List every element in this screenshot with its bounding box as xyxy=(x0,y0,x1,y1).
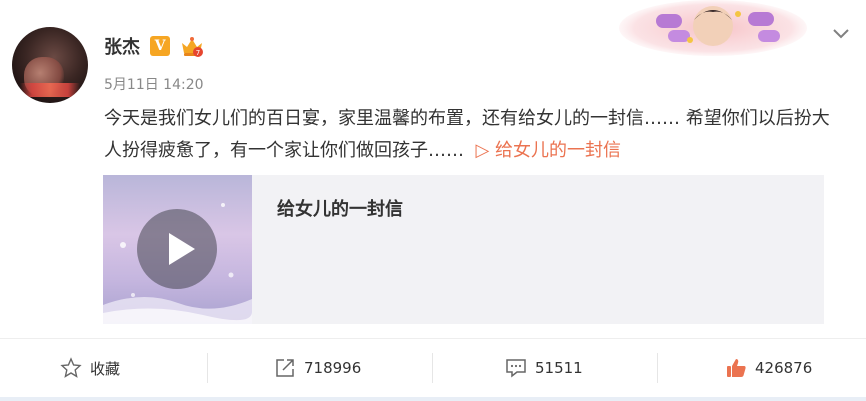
share-count: 718996 xyxy=(304,359,362,377)
post-timestamp[interactable]: 5月11日 14:20 xyxy=(104,74,204,94)
play-button[interactable] xyxy=(137,209,217,289)
card-bottom-border xyxy=(0,397,866,401)
like-count: 426876 xyxy=(755,359,813,377)
action-separator xyxy=(207,353,208,383)
article-card[interactable]: 给女儿的一封信 xyxy=(103,175,824,324)
author-name[interactable]: 张杰 xyxy=(104,33,140,59)
action-bar: 收藏 718996 51511 426876 xyxy=(0,339,866,397)
like-button[interactable]: 426876 xyxy=(725,339,812,397)
fan-banner-decoration xyxy=(618,0,808,56)
comment-icon xyxy=(506,359,526,378)
thumbs-up-icon xyxy=(727,359,746,377)
article-thumbnail[interactable] xyxy=(103,175,252,324)
weibo-post-card: 张杰 V 7 5月11日 14:20 今天是我们女儿们的百日宴，家里温馨的布置，… xyxy=(0,0,866,401)
post-text: 今天是我们女儿们的百日宴，家里温馨的布置，还有给女儿的一封信…… 希望你们以后扮… xyxy=(104,103,844,167)
favorite-button[interactable]: 收藏 xyxy=(60,339,120,397)
article-title[interactable]: 给女儿的一封信 xyxy=(277,195,403,221)
verified-v-icon[interactable]: V xyxy=(150,36,170,56)
avatar-neon-sign xyxy=(20,83,80,97)
article-link[interactable]: ▷ 给女儿的一封信 xyxy=(475,140,621,161)
comment-count: 51511 xyxy=(535,359,583,377)
share-icon xyxy=(276,359,294,377)
share-button[interactable]: 718996 xyxy=(274,339,361,397)
action-separator xyxy=(432,353,433,383)
member-crown-icon[interactable]: 7 xyxy=(180,35,204,57)
comment-button[interactable]: 51511 xyxy=(505,339,583,397)
avatar[interactable] xyxy=(12,27,88,103)
action-separator xyxy=(657,353,658,383)
favorite-label: 收藏 xyxy=(90,359,121,378)
chevron-down-icon[interactable] xyxy=(830,22,852,44)
author-row: 张杰 V 7 xyxy=(104,33,204,59)
svg-text:7: 7 xyxy=(196,49,200,57)
star-icon xyxy=(60,357,82,378)
